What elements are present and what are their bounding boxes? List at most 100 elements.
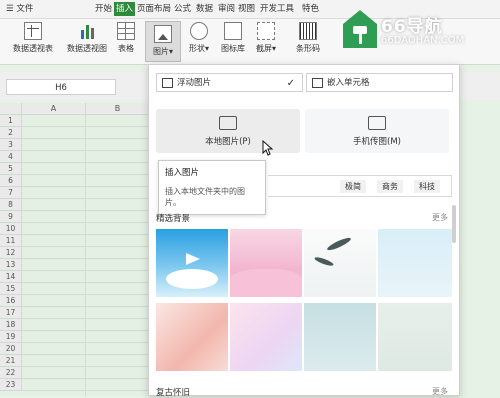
row-header[interactable]: 12 [0,247,22,259]
grid-line [22,294,150,295]
column-header-a[interactable]: A [22,103,86,115]
row-header[interactable]: 1 [0,115,22,127]
background-thumbnail[interactable] [304,303,376,371]
section-title-backgrounds: 精选背景 [156,214,191,224]
background-thumbnail[interactable] [230,303,302,371]
menu-page-layout[interactable]: 页面布局 [137,2,171,16]
grid-line [22,126,150,127]
house-logo-icon [343,10,377,48]
row-header[interactable]: 11 [0,235,22,247]
grid-line [22,186,150,187]
spreadsheet-grid[interactable] [0,103,150,396]
section-more-link[interactable]: 更多 [432,386,448,397]
icon-library-button[interactable]: 图标库 [218,22,248,54]
row-header[interactable]: 16 [0,295,22,307]
grid-line [22,150,150,151]
icon-library-icon [224,22,242,40]
phone-upload-icon [368,116,386,130]
tag-business[interactable]: 商务 [377,180,403,193]
mouse-cursor-icon [262,140,274,156]
local-picture-button[interactable]: 本地图片(P) [156,109,300,153]
grid-line [22,222,150,223]
chevron-down-icon: ▾ [168,47,173,56]
menu-view[interactable]: 视图 [238,2,255,16]
picture-icon [154,25,172,43]
tag-minimal[interactable]: 极简 [340,180,366,193]
embed-cell-option[interactable]: 嵌入单元格 [306,73,453,92]
scissors-icon [257,22,275,40]
row-header[interactable]: 19 [0,331,22,343]
tag-technology[interactable]: 科技 [414,180,440,193]
menu-developer[interactable]: 开发工具 [260,2,294,16]
row-header[interactable]: 13 [0,259,22,271]
barcode-button[interactable]: 条形码 [288,22,328,54]
pivot-table-icon [24,22,42,40]
shape-button[interactable]: 形状▾ [182,22,216,54]
insert-picture-tooltip: 插入图片 插入本地文件夹中的图片。 [158,160,266,215]
pivot-chart-button[interactable]: 数据透视图 [62,22,112,54]
background-thumbnail[interactable] [230,229,302,297]
row-header[interactable]: 8 [0,199,22,211]
row-header[interactable]: 20 [0,343,22,355]
menu-formula[interactable]: 公式 [174,2,191,16]
corner-cell[interactable] [0,103,22,115]
row-header[interactable]: 7 [0,187,22,199]
phone-upload-button[interactable]: 手机传图(M) [305,109,449,153]
row-header[interactable]: 10 [0,223,22,235]
local-picture-icon [219,116,237,130]
checkmark-icon: ✓ [286,78,295,89]
grid-line [22,270,150,271]
row-header[interactable]: 5 [0,163,22,175]
float-picture-icon [162,78,173,88]
chevron-down-icon: ▾ [271,44,276,53]
grid-line [22,306,150,307]
row-header[interactable]: 22 [0,367,22,379]
table-button[interactable]: 表格 [114,22,138,54]
panel-scrollbar[interactable] [452,205,456,243]
background-thumbnail[interactable] [156,229,228,297]
table-icon [117,22,135,40]
grid-line [22,318,150,319]
row-header[interactable]: 9 [0,211,22,223]
menu-insert[interactable]: 插入 [114,2,136,16]
menu-data[interactable]: 数据 [196,2,213,16]
background-thumbnail[interactable] [304,229,376,297]
grid-line [22,282,150,283]
grid-line [22,342,150,343]
embed-cell-icon [312,78,323,88]
grid-line [22,330,150,331]
background-thumbnail[interactable] [156,303,228,371]
background-thumbnail[interactable] [378,303,452,371]
barcode-icon [299,22,317,40]
grid-line [22,246,150,247]
column-header-b[interactable]: B [86,103,150,115]
row-header[interactable]: 21 [0,355,22,367]
row-header[interactable]: 18 [0,319,22,331]
row-header[interactable]: 14 [0,271,22,283]
background-thumbnail[interactable] [378,229,452,297]
menu-home[interactable]: 开始 [95,2,112,16]
menu-review[interactable]: 审阅 [218,2,235,16]
pivot-chart-icon [78,22,96,40]
row-header[interactable]: 3 [0,139,22,151]
pivot-table-button[interactable]: 数据透视表 [8,22,58,54]
grid-line [85,115,86,396]
screenshot-button[interactable]: 截屏▾ [251,22,281,54]
row-header[interactable]: 6 [0,175,22,187]
menu-special[interactable]: 特色 [302,2,319,16]
row-header[interactable]: 17 [0,307,22,319]
grid-line [22,210,150,211]
section-more-link[interactable]: 更多 [432,212,448,223]
grid-line [22,234,150,235]
row-header[interactable]: 23 [0,379,22,391]
row-header[interactable]: 4 [0,151,22,163]
row-header[interactable]: 2 [0,127,22,139]
name-box[interactable]: H6 [6,79,116,95]
row-header[interactable]: 15 [0,283,22,295]
grid-line [22,198,150,199]
menu-file[interactable]: ☰ 文件 [6,2,33,16]
floating-picture-option[interactable]: 浮动图片 ✓ [156,73,303,92]
picture-button[interactable]: 图片▾ [145,21,181,62]
grid-line [22,390,150,391]
grid-line [22,258,150,259]
